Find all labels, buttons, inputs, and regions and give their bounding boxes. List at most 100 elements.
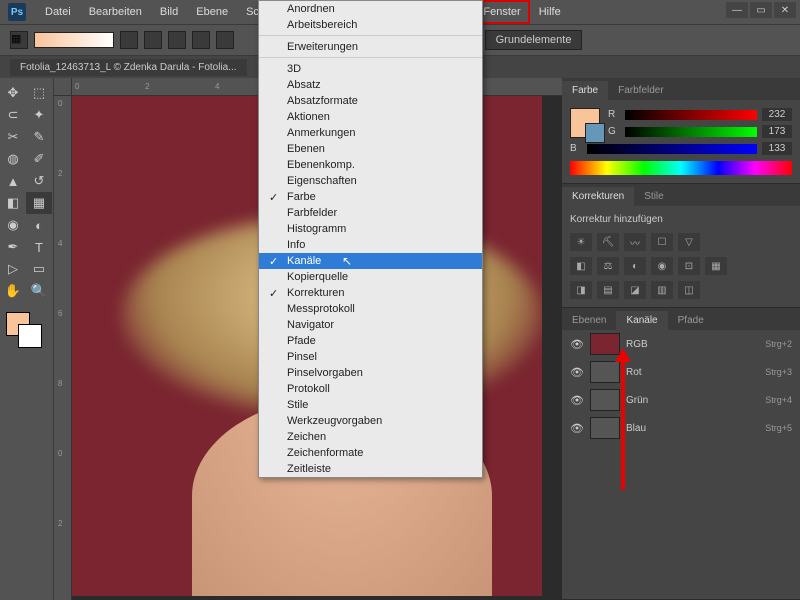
- move-tool[interactable]: ✥: [0, 82, 26, 104]
- tab-paths[interactable]: Pfade: [668, 311, 714, 330]
- gradient-linear-icon[interactable]: [120, 31, 138, 49]
- menu-item-zeichen[interactable]: Zeichen: [259, 429, 482, 445]
- stamp-tool[interactable]: ▲: [0, 170, 26, 192]
- shape-tool[interactable]: ▭: [26, 258, 52, 280]
- menu-datei[interactable]: Datei: [36, 0, 80, 24]
- marquee-tool[interactable]: ⬚: [26, 82, 52, 104]
- r-slider[interactable]: [625, 110, 757, 120]
- menu-item-anordnen[interactable]: Anordnen: [259, 1, 482, 17]
- heal-tool[interactable]: ◍: [0, 148, 26, 170]
- balance-icon[interactable]: ⚖: [597, 257, 619, 275]
- background-swatch[interactable]: [18, 324, 42, 348]
- posterize-icon[interactable]: ▤: [597, 281, 619, 299]
- visibility-icon[interactable]: 👁: [570, 338, 584, 351]
- gradient-preview[interactable]: [34, 32, 114, 48]
- dodge-tool[interactable]: ◐: [26, 214, 52, 236]
- gradient-reflected-icon[interactable]: [192, 31, 210, 49]
- visibility-icon[interactable]: 👁: [570, 366, 584, 379]
- menu-item-navigator[interactable]: Navigator: [259, 317, 482, 333]
- vibrance-icon[interactable]: ▽: [678, 233, 700, 251]
- menu-item-werkzeugvorgaben[interactable]: Werkzeugvorgaben: [259, 413, 482, 429]
- channel-row-rot[interactable]: 👁 Rot Strg+3: [562, 358, 800, 386]
- tab-styles[interactable]: Stile: [634, 187, 673, 206]
- close-button[interactable]: ✕: [774, 2, 796, 18]
- menu-item-protokoll[interactable]: Protokoll: [259, 381, 482, 397]
- menu-item-ebenenkomp[interactable]: Ebenenkomp.: [259, 157, 482, 173]
- menu-item-info[interactable]: Info: [259, 237, 482, 253]
- menu-hilfe[interactable]: Hilfe: [530, 0, 570, 24]
- g-value[interactable]: 173: [762, 125, 792, 138]
- crop-tool[interactable]: ✂: [0, 126, 26, 148]
- hand-tool[interactable]: ✋: [0, 280, 26, 302]
- menu-item-pinselvorgaben[interactable]: Pinselvorgaben: [259, 365, 482, 381]
- photo-filter-icon[interactable]: ◉: [651, 257, 673, 275]
- menu-item-aktionen[interactable]: Aktionen: [259, 109, 482, 125]
- menu-item-3d[interactable]: 3D: [259, 61, 482, 77]
- menu-item-absatz[interactable]: Absatz: [259, 77, 482, 93]
- minimize-button[interactable]: —: [726, 2, 748, 18]
- tab-color[interactable]: Farbe: [562, 81, 608, 100]
- levels-icon[interactable]: ⛏: [597, 233, 619, 251]
- color-swatches[interactable]: [0, 312, 53, 352]
- channel-row-grün[interactable]: 👁 Grün Strg+4: [562, 386, 800, 414]
- exposure-icon[interactable]: ☐: [651, 233, 673, 251]
- eraser-tool[interactable]: ◧: [0, 192, 26, 214]
- tab-layers[interactable]: Ebenen: [562, 311, 616, 330]
- menu-item-kopierquelle[interactable]: Kopierquelle: [259, 269, 482, 285]
- menu-item-farbe[interactable]: Farbe: [259, 189, 482, 205]
- menu-item-pinsel[interactable]: Pinsel: [259, 349, 482, 365]
- menu-item-anmerkungen[interactable]: Anmerkungen: [259, 125, 482, 141]
- channel-row-rgb[interactable]: 👁 RGB Strg+2: [562, 330, 800, 358]
- menu-item-arbeitsbereich[interactable]: Arbeitsbereich: [259, 17, 482, 36]
- menu-item-messprotokoll[interactable]: Messprotokoll: [259, 301, 482, 317]
- invert-icon[interactable]: ◨: [570, 281, 592, 299]
- selective-color-icon[interactable]: ◫: [678, 281, 700, 299]
- menu-item-histogramm[interactable]: Histogramm: [259, 221, 482, 237]
- menu-item-ebenen[interactable]: Ebenen: [259, 141, 482, 157]
- menu-item-kanle[interactable]: Kanäle↖: [259, 253, 482, 269]
- eyedropper-tool[interactable]: ✎: [26, 126, 52, 148]
- panel-color-swatch[interactable]: [570, 108, 600, 138]
- history-brush-tool[interactable]: ↺: [26, 170, 52, 192]
- gradient-tool[interactable]: ▦: [26, 192, 52, 214]
- channel-row-blau[interactable]: 👁 Blau Strg+5: [562, 414, 800, 442]
- workspace-switcher[interactable]: Grundelemente: [485, 30, 583, 50]
- gradient-diamond-icon[interactable]: [216, 31, 234, 49]
- wand-tool[interactable]: ✦: [26, 104, 52, 126]
- menu-ebene[interactable]: Ebene: [187, 0, 237, 24]
- menu-item-erweiterungen[interactable]: Erweiterungen: [259, 39, 482, 58]
- path-tool[interactable]: ▷: [0, 258, 26, 280]
- gradient-map-icon[interactable]: ▥: [651, 281, 673, 299]
- menu-item-zeitleiste[interactable]: Zeitleiste: [259, 461, 482, 477]
- zoom-tool[interactable]: 🔍: [26, 280, 52, 302]
- curves-icon[interactable]: 〰: [624, 233, 646, 251]
- type-tool[interactable]: T: [26, 236, 52, 258]
- document-tab[interactable]: Fotolia_12463713_L © Zdenka Darula - Fot…: [10, 59, 247, 76]
- tab-swatches[interactable]: Farbfelder: [608, 81, 674, 100]
- bw-icon[interactable]: ◐: [624, 257, 646, 275]
- b-slider[interactable]: [587, 144, 757, 154]
- pen-tool[interactable]: ✒: [0, 236, 26, 258]
- menu-item-farbfelder[interactable]: Farbfelder: [259, 205, 482, 221]
- menu-item-pfade[interactable]: Pfade: [259, 333, 482, 349]
- b-value[interactable]: 133: [762, 142, 792, 155]
- brightness-icon[interactable]: ☀: [570, 233, 592, 251]
- tab-adjustments[interactable]: Korrekturen: [562, 187, 634, 206]
- blur-tool[interactable]: ◉: [0, 214, 26, 236]
- visibility-icon[interactable]: 👁: [570, 422, 584, 435]
- lasso-tool[interactable]: ⊂: [0, 104, 26, 126]
- r-value[interactable]: 232: [762, 108, 792, 121]
- tab-channels[interactable]: Kanäle: [616, 311, 667, 330]
- maximize-button[interactable]: ▭: [750, 2, 772, 18]
- menu-bearbeiten[interactable]: Bearbeiten: [80, 0, 151, 24]
- menu-item-stile[interactable]: Stile: [259, 397, 482, 413]
- menu-item-korrekturen[interactable]: Korrekturen: [259, 285, 482, 301]
- menu-bild[interactable]: Bild: [151, 0, 187, 24]
- channel-mixer-icon[interactable]: ⊡: [678, 257, 700, 275]
- brush-tool[interactable]: ✐: [26, 148, 52, 170]
- spectrum-bar[interactable]: [570, 161, 792, 175]
- gradient-radial-icon[interactable]: [144, 31, 162, 49]
- hue-icon[interactable]: ◧: [570, 257, 592, 275]
- g-slider[interactable]: [625, 127, 757, 137]
- menu-item-eigenschaften[interactable]: Eigenschaften: [259, 173, 482, 189]
